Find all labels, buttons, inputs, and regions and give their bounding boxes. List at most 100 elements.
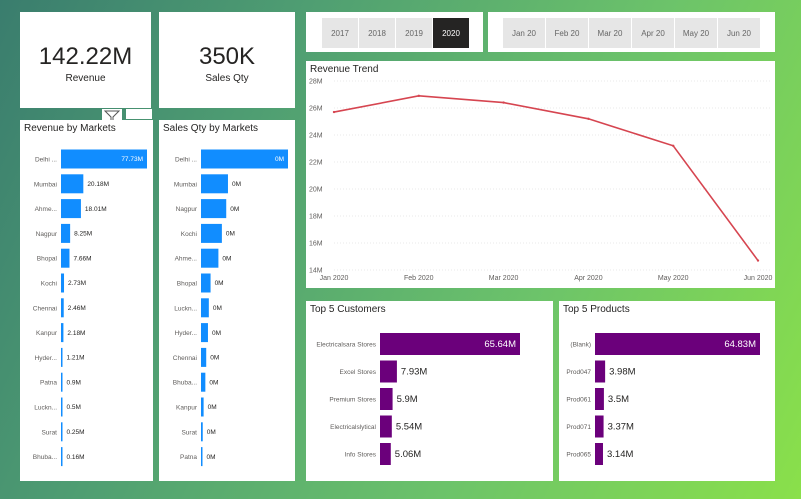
month-button-apr-20[interactable]: Apr 20 [632,18,674,48]
line-point[interactable] [502,101,505,104]
bar[interactable] [380,388,393,410]
bar[interactable] [201,223,222,243]
top5-customers-card: Top 5 Customers Electricalsara Stores 65.… [306,301,553,481]
category-label: Info Stores [345,452,377,459]
y-tick-label: 20M [309,187,323,194]
line-point[interactable] [332,110,336,114]
bar[interactable] [61,447,63,467]
sales-qty-by-markets-card: Sales Qty by Markets Delhi ... 0M Mumbai 0M… [159,120,295,481]
bar[interactable] [201,174,228,194]
bar[interactable] [595,360,606,383]
bar[interactable] [61,248,70,268]
bar[interactable] [201,372,206,392]
bar[interactable] [61,372,63,392]
data-label: 0M [213,305,222,312]
line-point[interactable] [672,144,675,147]
data-label: 3.98M [609,367,635,378]
bar[interactable] [595,388,604,410]
year-button-2018[interactable]: 2018 [359,18,395,48]
data-label: 0.25M [67,429,85,436]
visual-header-handle[interactable] [126,109,152,119]
data-label: 65.64M [484,339,516,350]
data-label: 5.06M [395,449,421,460]
top5-products-card: Top 5 Products (Blank) 64.83M Prod047 3.98M… [559,301,775,481]
revenue-line[interactable] [333,95,759,262]
sales-qty-by-markets-chart: Delhi ... 0M Mumbai 0M Nagpur 0M Kochi 0M Ahme..… [173,149,288,467]
line-point[interactable] [756,259,760,262]
bar[interactable] [380,360,397,383]
bar[interactable] [61,347,63,367]
bar[interactable] [201,273,211,293]
y-tick-label: 18M [309,214,323,221]
month-button-feb-20[interactable]: Feb 20 [546,18,588,48]
data-label: 3.14M [607,449,633,460]
category-label: Ahme... [35,206,58,213]
bar[interactable] [201,422,203,442]
bar[interactable] [201,397,204,417]
month-button-mar-20[interactable]: Mar 20 [589,18,631,48]
bar[interactable] [201,347,207,367]
category-label: Kanpur [176,405,198,412]
bar[interactable] [61,174,84,194]
revenue-trend-chart: 14M 16M 18M 20M 22M 24M 26M 28M Jan 2020 Feb 2020… [309,79,773,283]
category-label: Bhuba... [173,380,197,387]
bar[interactable] [61,273,65,293]
bar[interactable] [595,443,603,465]
bar[interactable] [380,415,392,438]
data-label: 77.73M [121,156,143,163]
category-label: Premium Stores [329,397,376,404]
data-label: 1.21M [67,355,85,362]
line-point[interactable] [417,94,420,98]
bar[interactable] [595,415,604,438]
line-point[interactable] [587,117,590,120]
month-button-jan-20[interactable]: Jan 20 [503,18,545,48]
y-tick-label: 14M [309,268,323,275]
category-label: Electricalsara Stores [316,342,376,349]
category-label: Bhuba... [33,454,57,461]
month-button-may-20[interactable]: May 20 [675,18,717,48]
category-label: Prod047 [566,369,591,376]
bar[interactable] [201,248,219,268]
bar[interactable] [61,422,63,442]
revenue-trend-card: Revenue Trend 14M 16M 18M 20M 22M 24M 26M 28M Ja… [306,61,775,288]
bar[interactable] [61,298,64,318]
data-label: 5.54M [396,422,422,433]
bar[interactable] [201,447,203,467]
category-label: Prod071 [566,424,591,431]
data-label: 20.18M [87,181,109,188]
category-label: Ahme... [175,256,198,263]
data-label: 2.46M [68,305,86,312]
category-label: Kanpur [36,330,58,337]
bar[interactable] [61,323,64,343]
data-label: 3.5M [608,394,629,405]
category-label: Electricalslytical [330,424,376,431]
category-label: Chennai [33,305,57,312]
year-button-2019[interactable]: 2019 [396,18,432,48]
category-label: Mumbai [174,181,197,188]
bar[interactable] [61,199,81,219]
data-label: 0.16M [67,454,85,461]
category-label: Delhi ... [175,157,197,164]
y-tick-label: 22M [309,160,323,167]
bar[interactable] [61,397,63,417]
y-tick-label: 26M [309,106,323,113]
sales-qty-kpi-label: Sales Qty [205,73,249,84]
x-tick-label: Mar 2020 [489,275,519,282]
data-label: 0M [212,330,221,337]
category-label: Surat [41,429,57,436]
data-label: 0M [210,355,219,362]
bar[interactable] [201,199,227,219]
data-label: 0M [207,454,216,461]
data-label: 2.18M [67,330,85,337]
year-button-2020[interactable]: 2020 [433,18,469,48]
data-label: 0M [232,181,241,188]
revenue-by-markets-card: Revenue by Markets Delhi ... 77.73M Mumbai… [20,120,153,481]
bar[interactable] [201,298,209,318]
data-label: 7.93M [401,367,427,378]
bar[interactable] [61,223,71,243]
bar[interactable] [201,323,208,343]
bar[interactable] [380,443,391,465]
month-button-jun-20[interactable]: Jun 20 [718,18,760,48]
category-label: Delhi ... [35,157,57,164]
year-button-2017[interactable]: 2017 [322,18,358,48]
